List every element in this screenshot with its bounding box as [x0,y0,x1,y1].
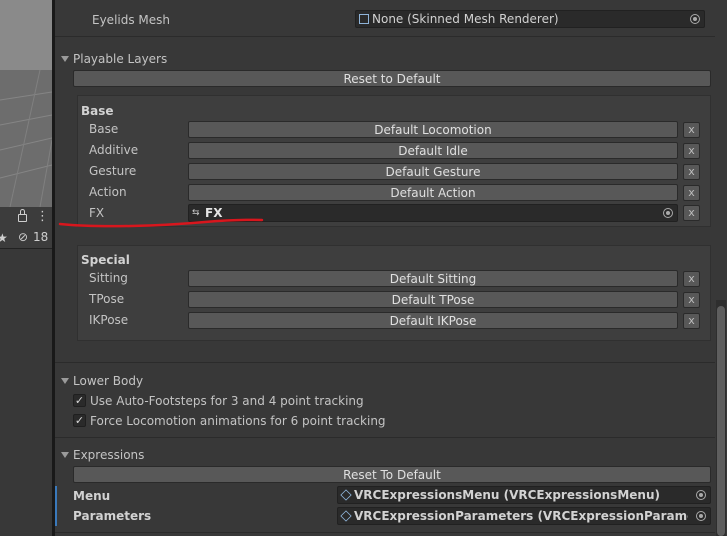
base-layer-button[interactable]: Default Locomotion [188,121,678,138]
sitting-row-label: Sitting [89,271,128,285]
hidden-count: 18 [33,230,49,244]
lower-body-foldout-icon[interactable] [61,378,69,384]
action-layer-clear-button[interactable]: x [683,185,700,201]
reset-to-default-button[interactable]: Reset to Default [73,70,711,87]
additive-row-label: Additive [89,143,139,157]
expressions-menu-field[interactable]: VRCExpressionsMenu (VRCExpressionsMenu) [337,486,711,504]
scene-grid [0,0,52,207]
scriptable-object-icon [340,489,352,501]
object-picker-icon[interactable] [663,208,673,218]
ikpose-layer-button[interactable]: Default IKPose [188,312,678,329]
ikpose-row-label: IKPose [89,313,129,327]
expressions-parameters-field[interactable]: VRCExpressionParameters (VRCExpressionPa… [337,507,711,525]
object-picker-icon[interactable] [690,14,700,24]
eyelids-mesh-field[interactable]: None (Skinned Mesh Renderer) [355,10,705,28]
force-locomotion-checkbox[interactable]: ✓ [73,414,86,427]
skinned-mesh-icon [359,14,369,24]
object-picker-icon[interactable] [696,490,706,500]
base-row-label: Base [89,122,119,136]
separator [55,36,715,37]
tpose-layer-clear-button[interactable]: x [683,292,700,308]
inspector-scrollbar-thumb[interactable] [717,306,725,536]
ikpose-layer-clear-button[interactable]: x [683,313,700,329]
red-underline-annotation [58,218,264,228]
base-section-title: Base [81,104,114,118]
fx-layer-clear-button[interactable]: x [683,205,700,221]
action-row-label: Action [89,185,127,199]
expressions-foldout-icon[interactable] [61,452,69,458]
separator [55,437,715,438]
hierarchy-toolbar: ★ ⊘ 18 [0,228,52,249]
expressions-title[interactable]: Expressions [73,447,144,463]
gesture-layer-button[interactable]: Default Gesture [188,163,678,180]
scriptable-object-icon [340,510,352,522]
additive-layer-clear-button[interactable]: x [683,143,700,159]
parameters-label: Parameters [73,509,152,523]
gesture-layer-clear-button[interactable]: x [683,164,700,180]
expressions-reset-button[interactable]: Reset To Default [73,466,711,483]
star-icon[interactable]: ★ [0,229,8,247]
separator [55,362,715,363]
auto-footsteps-checkbox[interactable]: ✓ [73,394,86,407]
scene-view[interactable] [0,0,52,207]
tpose-layer-button[interactable]: Default TPose [188,291,678,308]
action-layer-button[interactable]: Default Action [188,184,678,201]
force-locomotion-label: Force Locomotion animations for 6 point … [90,414,386,428]
visibility-icon[interactable]: ⊘ [18,228,28,246]
menu-label: Menu [73,489,111,503]
sitting-layer-button[interactable]: Default Sitting [188,270,678,287]
eyelids-mesh-label: Eyelids Mesh [92,13,171,27]
auto-footsteps-label: Use Auto-Footsteps for 3 and 4 point tra… [90,394,364,408]
separator [55,532,715,533]
base-layer-clear-button[interactable]: x [683,122,700,138]
hierarchy-list [0,249,52,536]
inspector-panel: Eyelids Mesh None (Skinned Mesh Renderer… [55,0,727,536]
tpose-row-label: TPose [89,292,125,306]
modified-indicator [55,486,57,526]
playable-layers-foldout-icon[interactable] [61,56,69,62]
lower-body-title[interactable]: Lower Body [73,373,143,389]
gesture-row-label: Gesture [89,164,137,178]
additive-layer-button[interactable]: Default Idle [188,142,678,159]
playable-layers-title[interactable]: Playable Layers [73,51,167,67]
object-picker-icon[interactable] [696,511,706,521]
sitting-layer-clear-button[interactable]: x [683,271,700,287]
special-section-title: Special [81,253,130,267]
